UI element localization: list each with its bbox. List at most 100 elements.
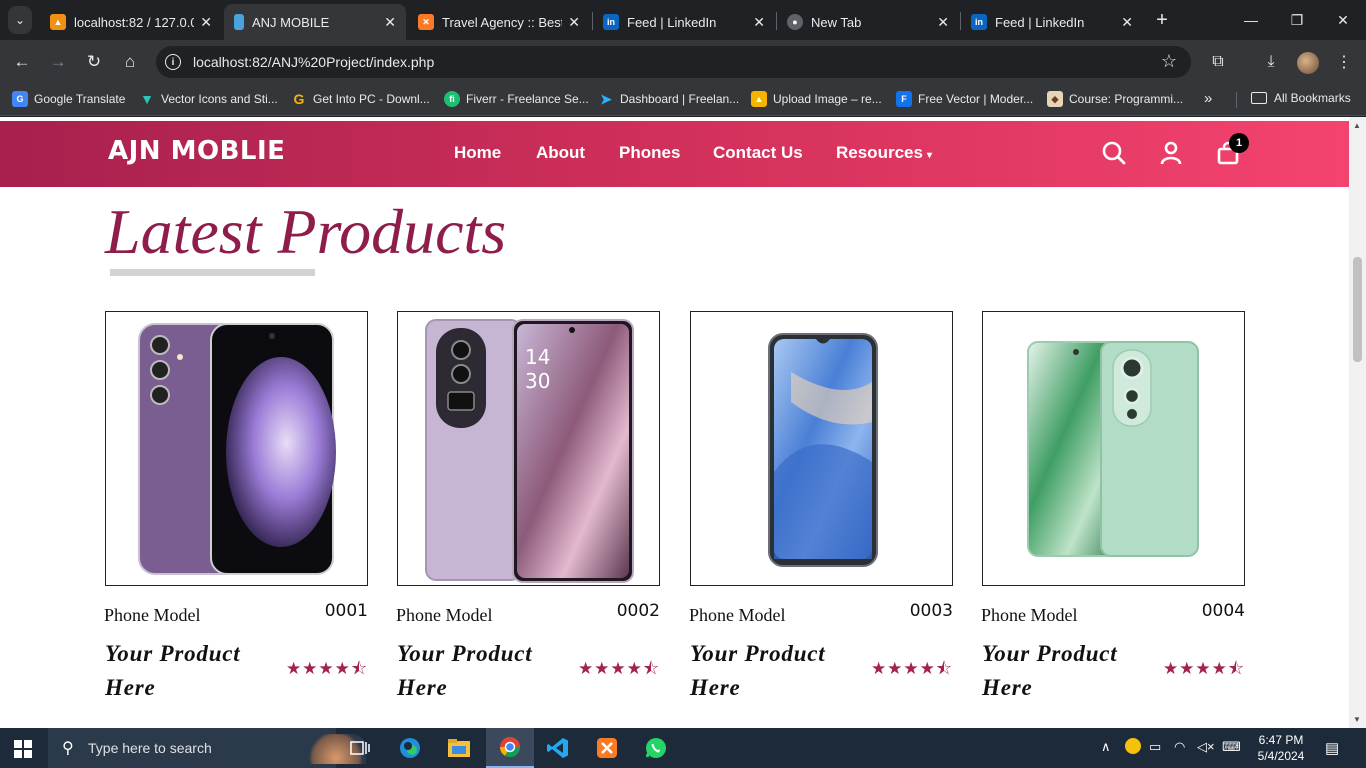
tray-app-icon[interactable] bbox=[1125, 738, 1141, 754]
bookmark-fiverr[interactable]: fi Fiverr - Freelance Se... bbox=[444, 91, 589, 107]
close-icon[interactable]: ✕ bbox=[937, 14, 949, 31]
scroll-up-icon[interactable]: ▲ bbox=[1353, 121, 1361, 130]
product-model-label: Phone Model bbox=[981, 605, 1078, 625]
product-image[interactable] bbox=[105, 311, 368, 586]
bookmark-separator bbox=[1236, 92, 1237, 108]
tab-travel-agency[interactable]: ✕ Travel Agency :: Best / ✕ bbox=[408, 4, 590, 40]
product-name[interactable]: Your Product Here bbox=[397, 637, 577, 705]
close-icon[interactable]: ✕ bbox=[200, 14, 212, 31]
phone-image bbox=[1027, 341, 1199, 557]
whatsapp-icon[interactable] bbox=[632, 728, 680, 768]
minimize-button[interactable]: — bbox=[1228, 6, 1274, 34]
bookmark-freepik[interactable]: F Free Vector | Moder... bbox=[896, 91, 1033, 107]
page-icon bbox=[234, 14, 244, 30]
tab-anj-mobile[interactable]: ANJ MOBILE ✕ bbox=[224, 4, 406, 40]
product-name[interactable]: Your Product Here bbox=[105, 637, 285, 705]
url-text[interactable]: localhost:82/ANJ%20Project/index.php bbox=[193, 54, 434, 70]
xampp-taskbar-icon[interactable] bbox=[583, 728, 631, 768]
back-button[interactable]: ← bbox=[10, 50, 34, 74]
star-rating: ★★★★⯪ bbox=[285, 659, 368, 678]
download-icon[interactable]: ⤓ bbox=[1260, 51, 1282, 73]
bookmark-course[interactable]: ◆ Course: Programmi... bbox=[1047, 91, 1183, 107]
menu-icon[interactable]: ⋮ bbox=[1333, 51, 1355, 73]
product-model-number: 0001 bbox=[324, 601, 368, 621]
product-name[interactable]: Your Product Here bbox=[982, 637, 1162, 705]
bookmark-vector-icons[interactable]: ▼ Vector Icons and Sti... bbox=[139, 91, 278, 107]
nav-home[interactable]: Home bbox=[454, 143, 501, 163]
bookmark-upload-image[interactable]: ▲ Upload Image – re... bbox=[751, 91, 882, 107]
product-model-label: Phone Model bbox=[396, 605, 493, 625]
bookmark-star-icon[interactable]: ☆ bbox=[1161, 51, 1177, 72]
tab-search-button[interactable]: ⌄ bbox=[8, 6, 32, 34]
site-logo[interactable]: AJN MOBLIE bbox=[108, 136, 285, 166]
keyboard-icon[interactable]: ⌨ bbox=[1222, 739, 1241, 755]
edge-icon[interactable] bbox=[386, 728, 434, 768]
tab-title: Feed | LinkedIn bbox=[995, 14, 1085, 30]
bookmark-label: Vector Icons and Sti... bbox=[161, 92, 278, 106]
bookmarks-overflow-icon[interactable]: » bbox=[1204, 90, 1212, 107]
address-bar[interactable]: i localhost:82/ANJ%20Project/index.php ☆ bbox=[156, 46, 1191, 78]
close-window-button[interactable]: ✕ bbox=[1320, 6, 1366, 34]
forward-button[interactable]: → bbox=[46, 50, 70, 74]
taskbar-search[interactable]: ⚲ Type here to search bbox=[48, 728, 366, 768]
bookmark-freelancer[interactable]: ➤ Dashboard | Freelan... bbox=[598, 91, 739, 107]
task-view-icon[interactable] bbox=[336, 728, 384, 768]
bookmark-google-translate[interactable]: G Google Translate bbox=[12, 91, 125, 107]
scroll-down-icon[interactable]: ▼ bbox=[1353, 715, 1361, 724]
search-icon[interactable] bbox=[1100, 139, 1128, 167]
windows-start-icon[interactable] bbox=[14, 740, 32, 758]
tab-linkedin[interactable]: in Feed | LinkedIn ✕ bbox=[593, 4, 775, 40]
close-icon[interactable]: ✕ bbox=[568, 14, 580, 31]
volume-icon[interactable]: ◁× bbox=[1197, 739, 1215, 755]
site-info-icon[interactable]: i bbox=[165, 54, 181, 70]
close-icon[interactable]: ✕ bbox=[384, 14, 396, 31]
bookmark-label: Course: Programmi... bbox=[1069, 92, 1184, 106]
user-icon[interactable] bbox=[1157, 139, 1185, 167]
tab-new-tab[interactable]: ● New Tab ✕ bbox=[777, 4, 959, 40]
linkedin-icon: in bbox=[971, 14, 987, 30]
product-image[interactable] bbox=[982, 311, 1245, 586]
tab-linkedin-2[interactable]: in Feed | LinkedIn ✕ bbox=[961, 4, 1143, 40]
product-name[interactable]: Your Product Here bbox=[690, 637, 870, 705]
nav-resources[interactable]: Resources ▾ bbox=[836, 143, 932, 163]
tab-phpmyadmin[interactable]: ▲ localhost:82 / 127.0.0. ✕ bbox=[40, 4, 222, 40]
tray-overflow-icon[interactable]: ∧ bbox=[1101, 739, 1111, 755]
tab-title: Feed | LinkedIn bbox=[627, 14, 717, 30]
scrollbar-thumb[interactable] bbox=[1353, 257, 1362, 362]
restore-button[interactable]: ❐ bbox=[1274, 6, 1320, 34]
phpmyadmin-icon: ▲ bbox=[50, 14, 66, 30]
close-icon[interactable]: ✕ bbox=[1121, 14, 1133, 31]
bookmark-getintopc[interactable]: G Get Into PC - Downl... bbox=[291, 91, 430, 107]
product-model-label: Phone Model bbox=[104, 605, 201, 625]
extensions-icon[interactable]: ⧉ bbox=[1207, 51, 1229, 73]
profile-avatar[interactable] bbox=[1297, 52, 1319, 74]
close-icon[interactable]: ✕ bbox=[753, 14, 765, 31]
new-tab-button[interactable]: + bbox=[1150, 8, 1174, 32]
browser-toolbar: ← → ↻ ⌂ i localhost:82/ANJ%20Project/ind… bbox=[0, 40, 1366, 84]
battery-icon[interactable]: ▭ bbox=[1149, 739, 1161, 755]
chrome-taskbar-icon[interactable] bbox=[486, 728, 534, 768]
clock-date: 5/4/2024 bbox=[1257, 749, 1305, 763]
xampp-icon: ✕ bbox=[418, 14, 434, 30]
vscode-icon[interactable] bbox=[534, 728, 582, 768]
browser-tab-bar: ⌄ ▲ localhost:82 / 127.0.0. ✕ ANJ MOBILE… bbox=[0, 0, 1366, 40]
nav-phones[interactable]: Phones bbox=[619, 143, 680, 163]
bookmarks-bar: G Google Translate ▼ Vector Icons and St… bbox=[0, 84, 1366, 116]
wifi-icon[interactable]: ◠ bbox=[1174, 739, 1185, 755]
site-header: AJN MOBLIE Home About Phones Contact Us … bbox=[0, 121, 1349, 187]
reload-button[interactable]: ↻ bbox=[82, 50, 106, 74]
bookmark-label: Free Vector | Moder... bbox=[918, 92, 1034, 106]
phone-image: 14 30 bbox=[425, 319, 634, 583]
nav-contact-us[interactable]: Contact Us bbox=[713, 143, 803, 163]
nav-about[interactable]: About bbox=[536, 143, 585, 163]
taskbar-clock[interactable]: 6:47 PM 5/4/2024 bbox=[1253, 732, 1309, 764]
product-image[interactable] bbox=[690, 311, 953, 586]
all-bookmarks-button[interactable]: All Bookmarks bbox=[1251, 91, 1351, 105]
product-image[interactable]: 14 30 bbox=[397, 311, 660, 586]
notifications-icon[interactable]: ▤ bbox=[1325, 739, 1339, 757]
upload-icon: ▲ bbox=[751, 91, 767, 107]
page-scrollbar[interactable]: ▲ ▼ bbox=[1349, 117, 1366, 728]
home-button[interactable]: ⌂ bbox=[118, 50, 142, 74]
product-model-number: 0004 bbox=[1201, 601, 1245, 621]
file-explorer-icon[interactable] bbox=[435, 728, 483, 768]
